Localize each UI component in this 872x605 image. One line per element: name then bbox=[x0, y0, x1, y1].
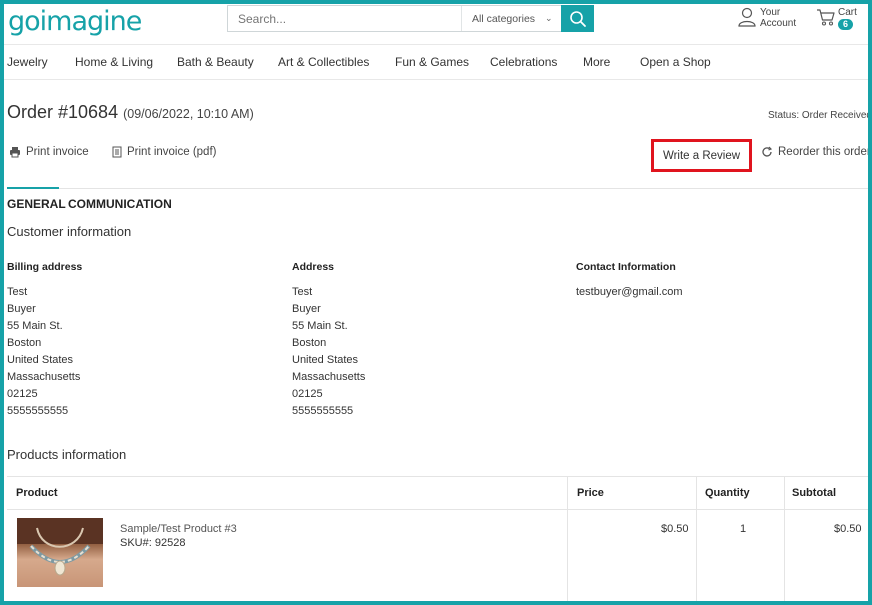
product-price: $0.50 bbox=[661, 523, 689, 535]
column-divider bbox=[567, 476, 568, 601]
contact-info-heading: Contact Information bbox=[576, 261, 676, 273]
category-select[interactable]: All categories ⌄ bbox=[461, 6, 561, 31]
necklace-image bbox=[17, 518, 103, 576]
billing-line: 02125 bbox=[7, 388, 38, 400]
tab-communication[interactable]: COMMUNICATION bbox=[68, 197, 172, 211]
reorder-link[interactable]: Reorder this order bbox=[761, 146, 871, 158]
site-logo[interactable]: goimagine bbox=[8, 6, 142, 38]
order-status: Status: Order Received bbox=[768, 110, 872, 121]
cart-count-badge: 6 bbox=[838, 19, 854, 30]
cart-link[interactable]: Cart 6 bbox=[816, 6, 857, 30]
write-review-button[interactable]: Write a Review bbox=[651, 139, 752, 172]
refresh-icon bbox=[762, 146, 773, 157]
logo-mid: im bbox=[39, 6, 73, 37]
billing-line: Test bbox=[7, 286, 28, 298]
search-input[interactable] bbox=[228, 6, 460, 31]
tab-general[interactable]: GENERAL bbox=[7, 197, 66, 211]
address-line: 02125 bbox=[292, 388, 323, 400]
address-line: Boston bbox=[292, 337, 327, 349]
nav-item-open-shop[interactable]: Open a Shop bbox=[640, 55, 711, 69]
nav-item-art-collectibles[interactable]: Art & Collectibles bbox=[278, 55, 369, 69]
product-sku: SKU#: 92528 bbox=[120, 537, 186, 549]
search-button[interactable] bbox=[561, 5, 594, 32]
customer-info-title: Customer information bbox=[7, 224, 132, 239]
col-header-product: Product bbox=[16, 487, 58, 499]
nav-item-jewelry[interactable]: Jewelry bbox=[7, 55, 48, 69]
print-invoice-pdf-label: Print invoice (pdf) bbox=[127, 146, 217, 158]
document-icon bbox=[112, 146, 122, 158]
search-bar: All categories ⌄ bbox=[227, 5, 594, 32]
account-link[interactable]: Your Account bbox=[737, 6, 796, 29]
billing-line: 55 Main St. bbox=[7, 320, 63, 332]
product-quantity: 1 bbox=[740, 523, 747, 535]
billing-line: 5555555555 bbox=[7, 405, 69, 417]
print-invoice-label: Print invoice bbox=[26, 146, 89, 158]
write-review-label: Write a Review bbox=[662, 149, 741, 162]
active-tab-indicator bbox=[7, 187, 59, 189]
address-line: 55 Main St. bbox=[292, 320, 348, 332]
products-table-header: Product Price Quantity Subtotal bbox=[7, 476, 868, 510]
order-date: (09/06/2022, 10:10 AM) bbox=[123, 107, 254, 121]
nav-item-fun-games[interactable]: Fun & Games bbox=[395, 55, 469, 69]
nav-item-celebrations[interactable]: Celebrations bbox=[490, 55, 557, 69]
user-icon bbox=[738, 7, 756, 27]
contact-email: testbuyer@gmail.com bbox=[576, 286, 683, 298]
billing-line: United States bbox=[7, 354, 74, 366]
column-divider bbox=[784, 476, 785, 601]
billing-line: Boston bbox=[7, 337, 42, 349]
account-label-line2: Account bbox=[760, 18, 797, 29]
order-title: Order #10684 (09/06/2022, 10:10 AM) bbox=[7, 102, 254, 123]
printer-icon bbox=[10, 147, 20, 158]
tab-divider bbox=[7, 188, 868, 189]
billing-line: Buyer bbox=[7, 303, 36, 315]
address-line: Buyer bbox=[292, 303, 321, 315]
logo-prefix: go bbox=[8, 6, 41, 37]
site-header: goimagine All categories ⌄ Your bbox=[4, 4, 868, 44]
nav-item-bath-beauty[interactable]: Bath & Beauty bbox=[177, 55, 254, 69]
category-nav: Jewelry Home & Living Bath & Beauty Art … bbox=[4, 44, 868, 80]
product-subtotal: $0.50 bbox=[834, 523, 862, 535]
products-info-title: Products information bbox=[7, 447, 127, 462]
account-label-line1: Your bbox=[760, 7, 781, 18]
address-line: 5555555555 bbox=[292, 405, 354, 417]
nav-item-more[interactable]: More bbox=[583, 55, 610, 69]
address-line: United States bbox=[292, 354, 359, 366]
print-invoice-link[interactable]: Print invoice bbox=[9, 146, 89, 158]
cart-label: Cart bbox=[838, 7, 857, 18]
address-line: Massachusetts bbox=[292, 371, 366, 383]
col-header-subtotal: Subtotal bbox=[792, 487, 836, 499]
reorder-label: Reorder this order bbox=[778, 146, 871, 158]
billing-line: Massachusetts bbox=[7, 371, 81, 383]
col-header-price: Price bbox=[577, 487, 604, 499]
product-thumbnail[interactable] bbox=[17, 518, 103, 587]
cart-icon bbox=[817, 9, 835, 26]
address-line: Test bbox=[292, 286, 313, 298]
billing-address-heading: Billing address bbox=[7, 261, 83, 273]
print-invoice-pdf-link[interactable]: Print invoice (pdf) bbox=[112, 146, 216, 158]
nav-item-home-living[interactable]: Home & Living bbox=[75, 55, 153, 69]
col-header-quantity: Quantity bbox=[705, 487, 750, 499]
order-number: Order #10684 bbox=[7, 102, 119, 122]
logo-suffix: agine bbox=[71, 6, 142, 37]
category-select-label: All categories bbox=[472, 12, 536, 25]
column-divider bbox=[696, 476, 697, 601]
page-frame: goimagine All categories ⌄ Your bbox=[0, 0, 872, 605]
search-icon bbox=[569, 10, 586, 27]
chevron-down-icon: ⌄ bbox=[545, 13, 553, 23]
product-name-link[interactable]: Sample/Test Product #3 bbox=[120, 523, 237, 535]
address-heading: Address bbox=[292, 261, 335, 273]
